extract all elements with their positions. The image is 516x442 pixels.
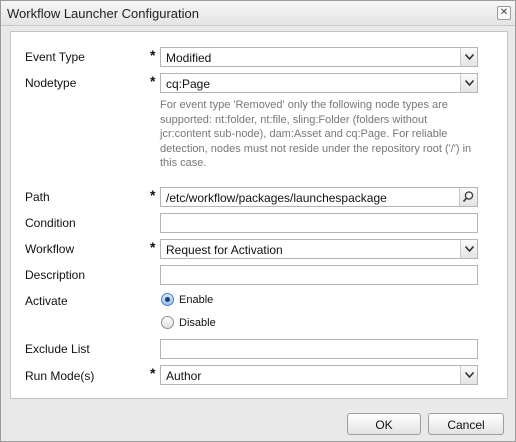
enable-radio[interactable] [161,293,174,306]
workflow-label: Workflow [25,242,75,256]
help-line: For event type 'Removed' only the follow… [160,99,448,111]
condition-label: Condition [25,216,76,230]
chevron-down-icon[interactable] [460,48,477,66]
workflow-value: Request for Activation [166,243,283,257]
nodetype-help-text: For event type 'Removed' only the follow… [160,98,478,171]
search-icon[interactable] [459,188,477,206]
activate-label: Activate [25,294,68,308]
help-line: supported: nt:folder, nt:file, sling:Fol… [160,113,428,126]
condition-input[interactable] [160,213,478,233]
event-type-label: Event Type [25,50,85,64]
chevron-down-icon[interactable] [460,366,477,384]
event-type-required-mark: * [150,47,156,63]
help-line: this case. [160,157,207,169]
event-type-select[interactable]: Modified [160,47,478,67]
help-line: jcr:content sub-node), dam:Asset and cq:… [160,128,448,140]
description-label: Description [25,268,86,282]
path-label: Path [25,190,50,204]
nodetype-select[interactable]: cq:Page [160,73,478,93]
exclude-list-input[interactable] [160,339,478,359]
run-modes-label: Run Mode(s) [25,369,95,383]
workflow-launcher-dialog: Workflow Launcher Configuration ✕ Event … [0,0,516,442]
close-icon[interactable]: ✕ [497,6,511,20]
run-modes-required-mark: * [150,365,156,381]
nodetype-label: Nodetype [25,76,77,90]
run-modes-select[interactable]: Author [160,365,478,385]
event-type-value: Modified [166,51,212,65]
help-line: detection, nodes must not reside under t… [160,142,472,155]
path-field[interactable]: /etc/workflow/packages/launchespackage [160,187,478,207]
nodetype-required-mark: * [150,73,156,89]
exclude-list-label: Exclude List [25,342,90,356]
enable-radio-label[interactable]: Enable [179,294,213,306]
disable-radio-label[interactable]: Disable [179,317,216,329]
disable-radio[interactable] [161,316,174,329]
description-input[interactable] [160,265,478,285]
path-required-mark: * [150,187,156,203]
workflow-required-mark: * [150,239,156,255]
run-modes-value: Author [166,369,202,383]
chevron-down-icon[interactable] [460,240,477,258]
chevron-down-icon[interactable] [460,74,477,92]
cancel-button[interactable]: Cancel [428,413,504,435]
path-value: /etc/workflow/packages/launchespackage [166,191,387,205]
dialog-titlebar[interactable]: Workflow Launcher Configuration ✕ [1,1,515,26]
dialog-title: Workflow Launcher Configuration [7,6,199,21]
workflow-select[interactable]: Request for Activation [160,239,478,259]
nodetype-value: cq:Page [166,77,211,91]
ok-button[interactable]: OK [347,413,421,435]
